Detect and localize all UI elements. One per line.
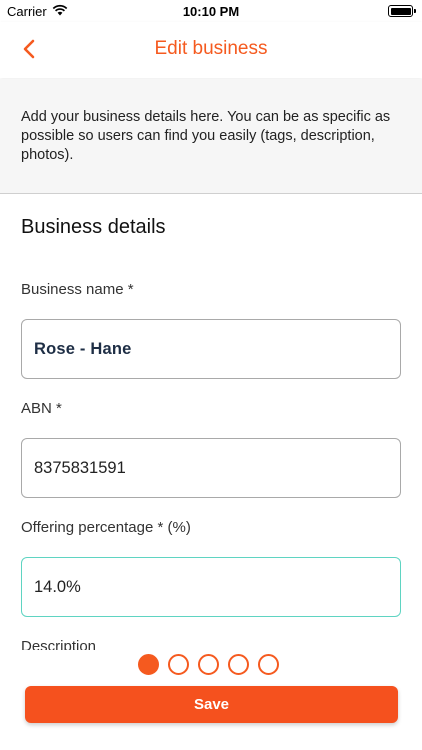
offering-percentage-label: Offering percentage * (%)	[21, 519, 191, 536]
save-button[interactable]: Save	[25, 686, 398, 723]
intro-text: Add your business details here. You can …	[21, 109, 391, 163]
page-indicator	[138, 654, 279, 676]
status-bar: Carrier 10:10 PM	[0, 0, 422, 22]
page-dot-4[interactable]	[228, 654, 249, 675]
description-label: Description	[21, 638, 97, 650]
battery-icon	[388, 5, 416, 17]
business-name-input[interactable]	[22, 320, 400, 378]
section-title: Business details	[21, 216, 166, 238]
business-name-label: Business name *	[21, 281, 134, 298]
page-dot-1[interactable]	[138, 654, 159, 675]
page-title: Edit business	[154, 38, 268, 59]
save-button-label: Save	[193, 696, 230, 713]
abn-field[interactable]	[21, 438, 401, 498]
abn-label: ABN *	[21, 400, 62, 417]
offering-percentage-input[interactable]	[22, 558, 400, 616]
business-name-field[interactable]	[21, 319, 401, 379]
abn-input[interactable]	[22, 439, 400, 497]
offering-percentage-field[interactable]	[21, 557, 401, 617]
page-dot-5[interactable]	[258, 654, 279, 675]
nav-bar: Edit business	[0, 22, 422, 78]
page-dot-2[interactable]	[168, 654, 189, 675]
page-dot-3[interactable]	[198, 654, 219, 675]
intro-panel: Add your business details here. You can …	[0, 79, 422, 194]
status-time: 10:10 PM	[182, 4, 240, 19]
